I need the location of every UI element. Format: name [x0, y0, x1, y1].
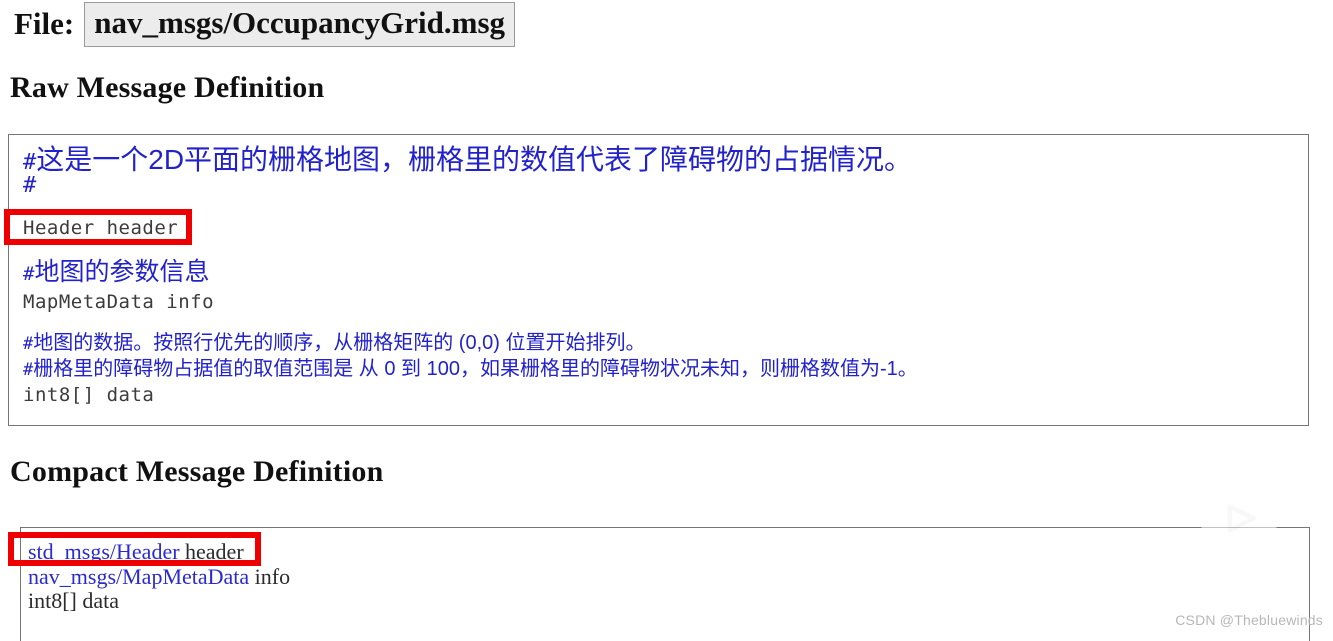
file-line: File: nav_msgs/OccupancyGrid.msg [14, 2, 516, 47]
comment-hash-icon: # [23, 360, 34, 380]
raw-comment-mapmeta-text: 地图的参数信息 [34, 258, 210, 286]
compact-field-name: info [249, 564, 291, 589]
compact-message-definition-heading: Compact Message Definition [10, 455, 384, 488]
raw-field-data: int8[] data [23, 384, 155, 406]
raw-comment-data-line2-text: 栅格里的障碍物占据值的取值范围是 从 0 到 100，如果栅格里的障碍物状况未知… [33, 358, 918, 380]
bilibili-tv-play-icon [1193, 470, 1285, 554]
compact-row: nav_msgs/MapMetaData info [28, 564, 290, 590]
file-path-value: nav_msgs/OccupancyGrid.msg [84, 2, 516, 47]
compact-message-definition-panel: std_msgs/Header header nav_msgs/MapMetaD… [20, 527, 1310, 641]
raw-comment-data-line2: #栅格里的障碍物占据值的取值范围是 从 0 到 100，如果栅格里的障碍物状况未… [23, 357, 918, 382]
comment-hash-icon: # [23, 334, 34, 354]
raw-field-mapmetadata: MapMetaData info [23, 291, 215, 313]
comment-hash-icon: # [23, 150, 37, 175]
compact-field-name: header [179, 539, 244, 564]
raw-comment-intro: #这是一个2D平面的栅格地图，栅格里的数值代表了障碍物的占据情况。 # [23, 144, 913, 199]
raw-field-header: Header header [23, 217, 179, 239]
compact-row: std_msgs/Header header [28, 539, 244, 565]
csdn-watermark: CSDN @Thebluewinds [1175, 612, 1323, 628]
comment-hash-icon-second: # [23, 173, 37, 198]
raw-comment-intro-text: 这是一个2D平面的栅格地图，栅格里的数值代表了障碍物的占据情况。 [36, 144, 913, 175]
raw-comment-data-line1-text: 地图的数据。按照行优先的顺序，从栅格矩阵的 (0,0) 位置开始排列。 [33, 332, 646, 354]
compact-row: int8[] data [28, 588, 119, 614]
file-label: File: [14, 6, 75, 42]
raw-comment-mapmeta: #地图的参数信息 [23, 259, 209, 287]
compact-type-link[interactable]: std_msgs/Header [28, 539, 180, 564]
raw-comment-data-line1: #地图的数据。按照行优先的顺序，从栅格矩阵的 (0,0) 位置开始排列。 [23, 331, 646, 356]
raw-message-definition-heading: Raw Message Definition [10, 71, 325, 104]
raw-message-definition-panel: #这是一个2D平面的栅格地图，栅格里的数值代表了障碍物的占据情况。 # Head… [8, 134, 1309, 426]
compact-type-link[interactable]: nav_msgs/MapMetaData [28, 564, 249, 589]
compact-field-name: int8[] data [28, 588, 120, 613]
comment-hash-icon: # [23, 263, 35, 285]
